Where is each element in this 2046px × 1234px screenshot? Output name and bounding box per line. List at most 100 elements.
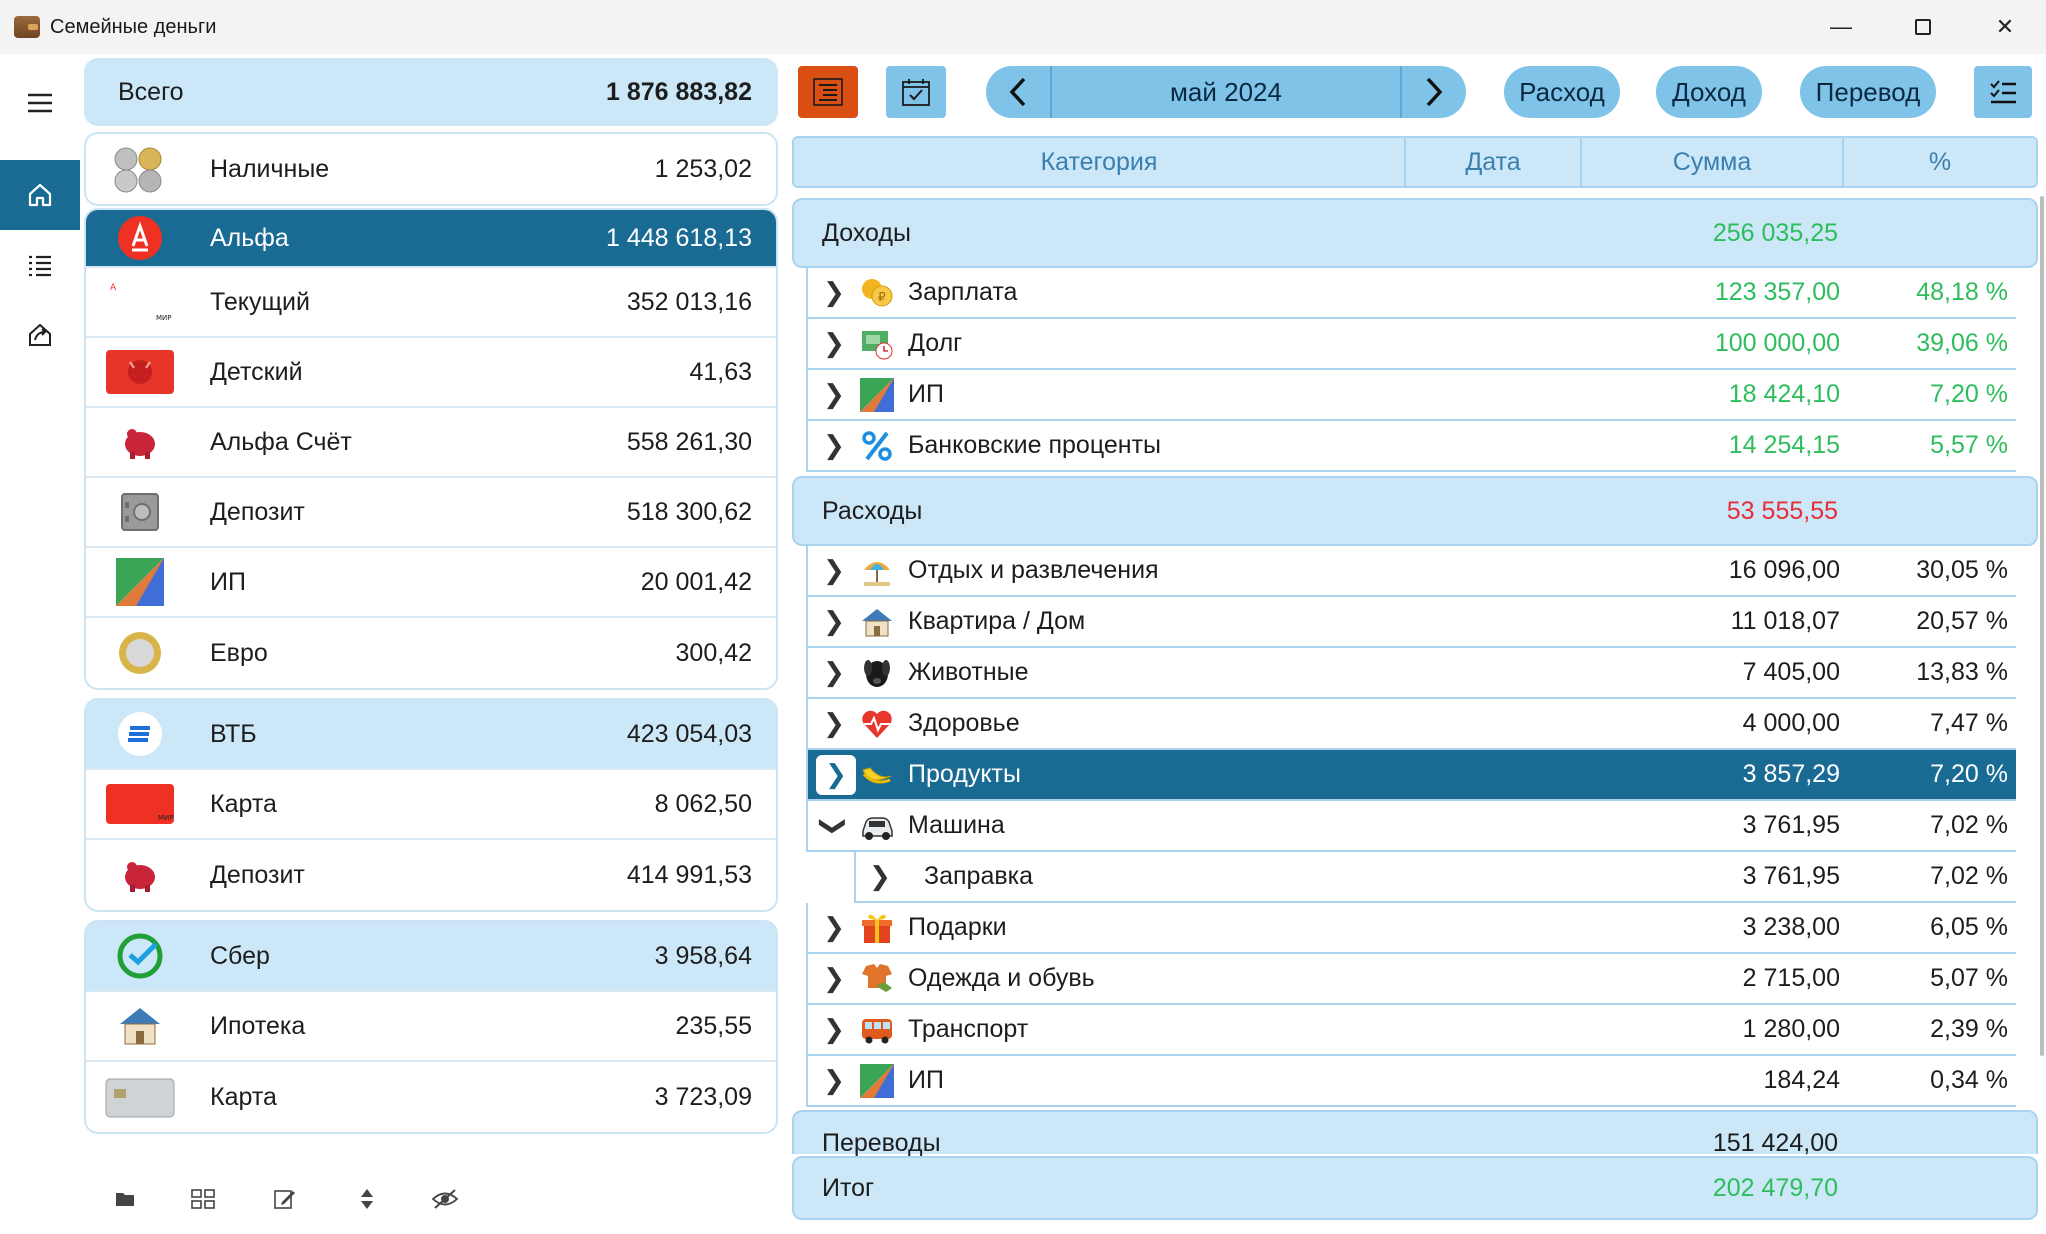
chevron-right-icon[interactable]: ❯ [820, 328, 848, 358]
subcategory-row[interactable]: ❯ Заправка 3 761,95 7,02 % [854, 852, 2016, 903]
svg-text:₽: ₽ [878, 290, 886, 304]
edit-button[interactable] [270, 1184, 300, 1214]
category-row-expanded[interactable]: ❯ Машина 3 761,95 7,02 % [806, 801, 2016, 852]
folder-button[interactable] [110, 1184, 140, 1214]
prev-period-button[interactable] [986, 66, 1050, 118]
chevron-right-icon[interactable]: ❯ [820, 657, 848, 687]
category-name: Зарплата [908, 278, 1018, 306]
category-row[interactable]: ❯ Квартира / Дом 11 018,07 20,57 % [806, 597, 2016, 648]
nav-export[interactable] [0, 300, 80, 370]
category-row[interactable]: ❯ Долг 100 000,00 39,06 % [806, 319, 2016, 370]
chevron-right-icon[interactable]: ❯ [820, 1014, 848, 1044]
account-row[interactable]: Карта 3 723,09 [86, 1062, 776, 1132]
wallet-icon [14, 16, 40, 38]
chevron-right-icon[interactable]: ❯ [820, 277, 848, 307]
hamburger-icon [28, 93, 52, 113]
nav-list[interactable] [0, 230, 80, 300]
column-percent[interactable]: % [1844, 138, 2036, 186]
account-value: 414 991,53 [626, 860, 752, 889]
expense-button[interactable]: Расход [1504, 66, 1620, 118]
account-value: 235,55 [675, 1011, 752, 1040]
chevron-down-icon[interactable]: ❯ [820, 812, 850, 840]
account-value: 300,42 [675, 638, 752, 667]
category-row[interactable]: ❯ Здоровье 4 000,00 7,47 % [806, 699, 2016, 750]
table-scrollbar[interactable] [2040, 196, 2044, 1056]
category-row[interactable]: ❯ Банковские проценты 14 254,15 5,57 % [806, 421, 2016, 472]
total-balance-card[interactable]: Всего 1 876 883,82 [84, 58, 778, 126]
period-selector: май 2024 [986, 66, 1466, 118]
column-date[interactable]: Дата [1406, 138, 1582, 186]
section-value: 53 555,55 [1726, 496, 1838, 525]
category-row[interactable]: ❯ Подарки 3 238,00 6,05 % [806, 903, 2016, 954]
account-row[interactable]: Депозит 414 991,53 [86, 840, 776, 910]
menu-button[interactable] [0, 68, 80, 138]
nav-home[interactable] [0, 160, 80, 230]
account-row[interactable]: Альфа Счёт 558 261,30 [86, 408, 776, 478]
section-income[interactable]: Доходы 256 035,25 [792, 198, 2038, 268]
account-name: Депозит [210, 497, 305, 526]
bank-row-sber[interactable]: Сбер 3 958,64 [86, 922, 776, 992]
section-transfers[interactable]: Переводы 151 424,00 [792, 1110, 2038, 1157]
red-cat-card-icon [104, 348, 176, 396]
chevron-right-icon[interactable]: ❯ [820, 430, 848, 460]
category-row[interactable]: ❯ Отдых и развлечения 16 096,00 30,05 % [806, 546, 2016, 597]
chevron-right-icon[interactable]: ❯ [820, 1065, 848, 1095]
navigation-rail [0, 54, 80, 1234]
category-row-selected[interactable]: ❯ Продукты 3 857,29 7,20 % [806, 750, 2016, 801]
category-row[interactable]: ❯ ₽ Зарплата 123 357,00 48,18 % [806, 268, 2016, 319]
hide-button[interactable] [430, 1184, 460, 1214]
account-row[interactable]: Депозит 518 300,62 [86, 478, 776, 548]
filter-list-button[interactable] [1974, 66, 2032, 118]
account-row[interactable]: Детский 41,63 [86, 338, 776, 408]
category-row[interactable]: ❯ Животные 7 405,00 13,83 % [806, 648, 2016, 699]
account-value: 558 261,30 [626, 427, 752, 456]
account-row[interactable]: Ипотека 235,55 [86, 992, 776, 1062]
chevron-right-icon[interactable]: ❯ [816, 754, 856, 795]
silver-card-icon [104, 1073, 176, 1121]
income-button[interactable]: Доход [1656, 66, 1762, 118]
account-row[interactable]: ИП 20 001,42 [86, 548, 776, 618]
category-row[interactable]: ❯ Транспорт 1 280,00 2,39 % [806, 1005, 2016, 1056]
chevron-right-icon[interactable]: ❯ [820, 912, 848, 942]
chevron-right-icon[interactable]: ❯ [820, 606, 848, 636]
account-row[interactable]: Евро 300,42 [86, 618, 776, 688]
next-period-button[interactable] [1402, 66, 1466, 118]
calendar-button[interactable] [886, 66, 946, 118]
category-row[interactable]: ❯ ИП 184,24 0,34 % [806, 1056, 2016, 1107]
column-category[interactable]: Категория [794, 138, 1406, 186]
category-sum: 3 857,29 [1742, 760, 1840, 788]
chevron-right-icon[interactable]: ❯ [866, 861, 894, 891]
section-value: 256 035,25 [1712, 218, 1838, 247]
sort-button[interactable] [352, 1184, 382, 1214]
category-name: Транспорт [908, 1015, 1029, 1043]
account-row[interactable]: МИР Карта 8 062,50 [86, 770, 776, 840]
section-total[interactable]: Итог 202 479,70 [792, 1156, 2038, 1220]
report-lines-icon [813, 78, 843, 106]
bank-row-alfa[interactable]: Альфа 1 448 618,13 [86, 210, 776, 268]
chevron-right-icon[interactable]: ❯ [820, 708, 848, 738]
column-sum[interactable]: Сумма [1582, 138, 1844, 186]
chevron-right-icon[interactable]: ❯ [820, 963, 848, 993]
close-button[interactable]: ✕ [1964, 0, 2046, 54]
svg-text:МИР: МИР [156, 314, 172, 322]
period-label[interactable]: май 2024 [1050, 66, 1402, 118]
category-row[interactable]: ❯ Одежда и обувь 2 715,00 5,07 % [806, 954, 2016, 1005]
beach-umbrella-icon [860, 554, 894, 588]
category-sum: 14 254,15 [1728, 431, 1840, 459]
category-percent: 13,83 % [1916, 658, 2008, 686]
transfer-button[interactable]: Перевод [1800, 66, 1936, 118]
account-row[interactable]: Наличные 1 253,02 [86, 134, 776, 204]
account-row[interactable]: A МИР Текущий 352 013,16 [86, 268, 776, 338]
chevron-right-icon[interactable]: ❯ [820, 555, 848, 585]
category-percent: 7,20 % [1930, 380, 2008, 408]
card-icon: A МИР [104, 278, 176, 326]
category-row[interactable]: ❯ ИП 18 424,10 7,20 % [806, 370, 2016, 421]
report-view-button[interactable] [798, 66, 858, 118]
section-expense[interactable]: Расходы 53 555,55 [792, 476, 2038, 546]
piggy-bank-icon [104, 851, 176, 899]
chevron-right-icon[interactable]: ❯ [820, 379, 848, 409]
maximize-button[interactable] [1882, 0, 1964, 54]
grid-button[interactable] [188, 1184, 218, 1214]
bank-row-vtb[interactable]: ВТБ 423 054,03 [86, 700, 776, 770]
minimize-button[interactable]: — [1800, 0, 1882, 54]
